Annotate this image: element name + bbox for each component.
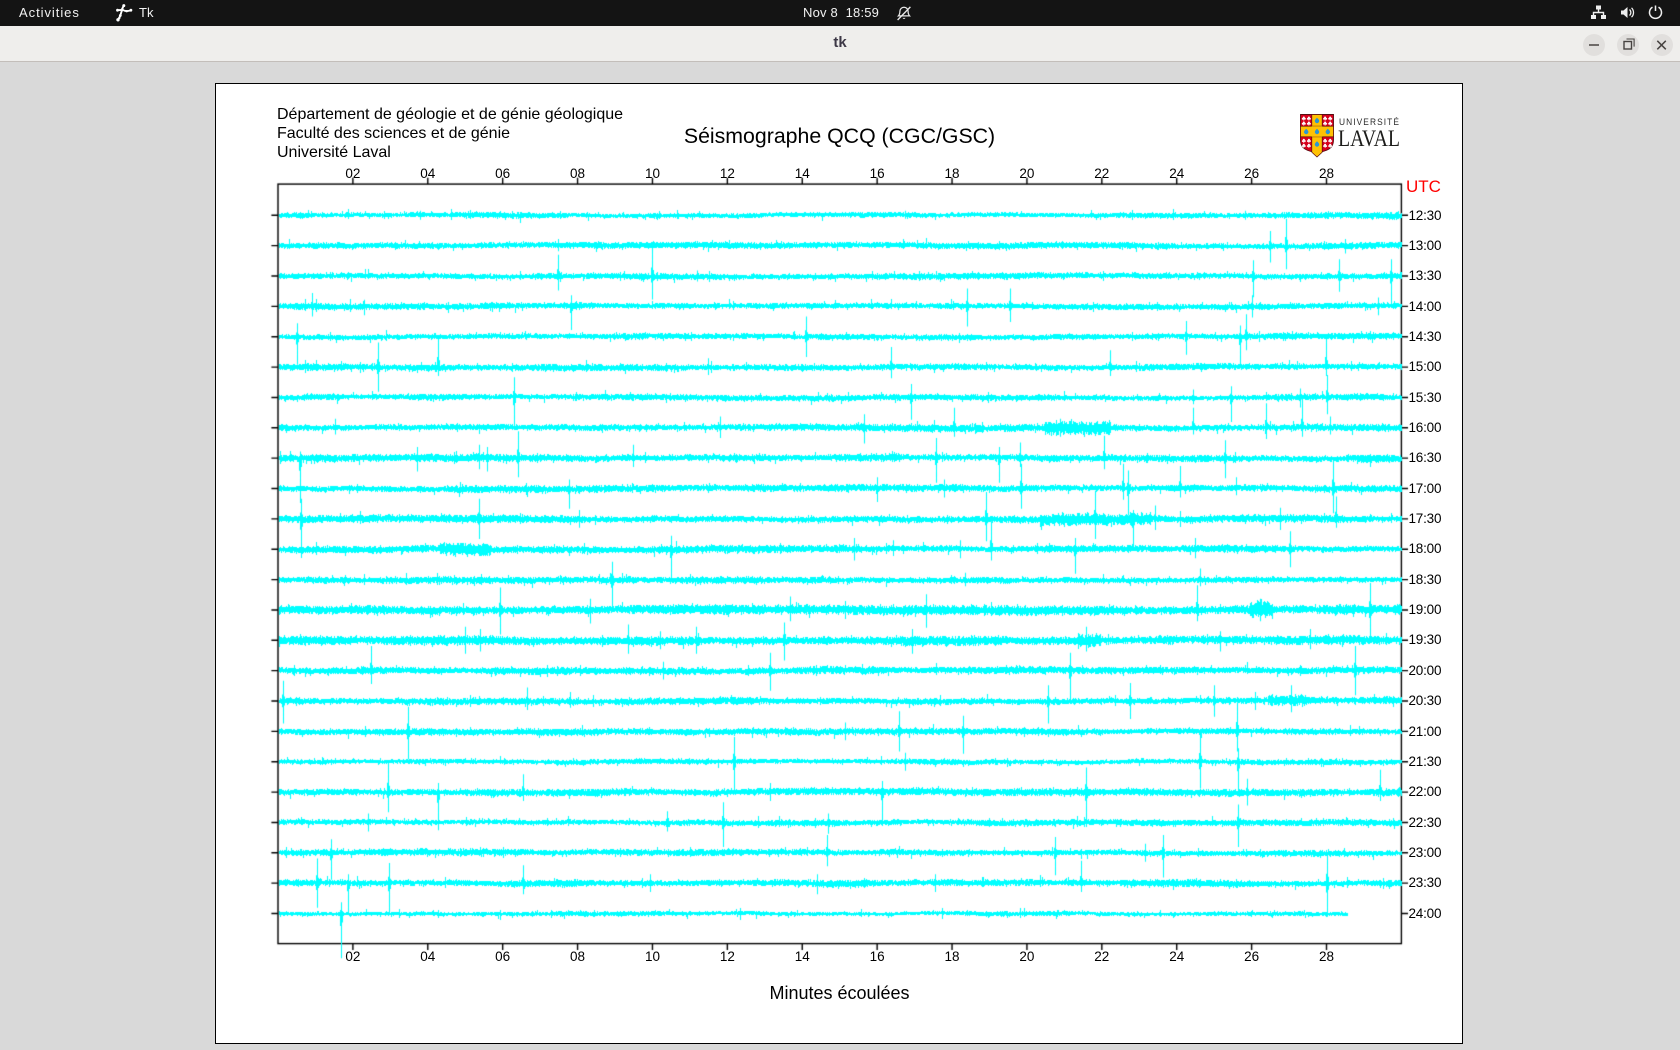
svg-text:LAVAL: LAVAL [1338,126,1400,152]
